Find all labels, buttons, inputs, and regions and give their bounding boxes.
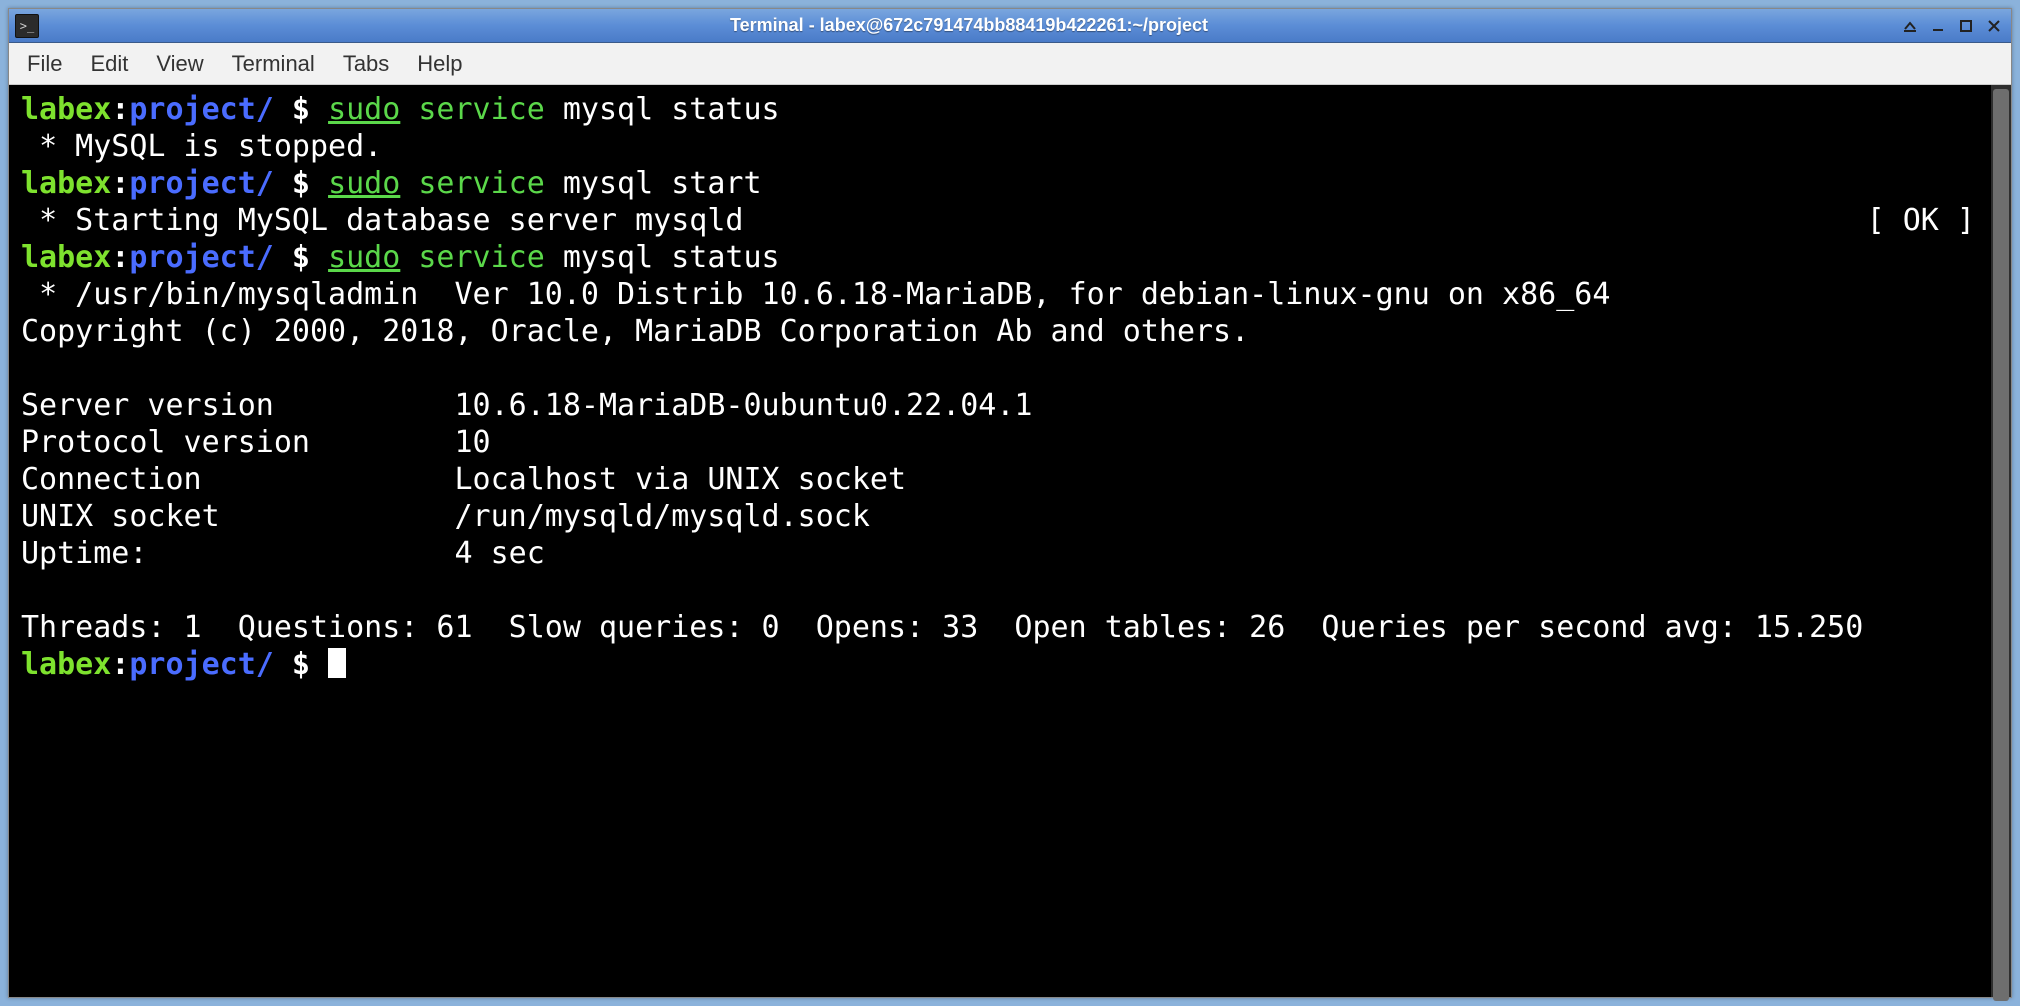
- output-line: UNIX socket /run/mysqld/mysqld.sock: [21, 499, 870, 534]
- terminal-app-icon: >_: [15, 14, 39, 38]
- cmd-sudo: sudo: [328, 92, 400, 127]
- minimize-button[interactable]: [1927, 16, 1949, 36]
- output-line: Server version 10.6.18-MariaDB-0ubuntu0.…: [21, 388, 1032, 423]
- prompt-sep: :: [111, 166, 129, 201]
- shade-button[interactable]: [1899, 16, 1921, 36]
- output-line: Copyright (c) 2000, 2018, Oracle, MariaD…: [21, 314, 1249, 349]
- status-ok: [ OK ]: [1867, 202, 1981, 239]
- window-title: Terminal - labex@672c791474bb88419b42226…: [39, 15, 1899, 36]
- prompt-user: labex: [21, 92, 111, 127]
- output-line: Connection Localhost via UNIX socket: [21, 462, 906, 497]
- scrollbar[interactable]: [1991, 85, 2011, 997]
- menu-help[interactable]: Help: [417, 51, 462, 77]
- menu-tabs[interactable]: Tabs: [343, 51, 389, 77]
- output-line: * MySQL is stopped.: [21, 129, 382, 164]
- output-line: Uptime: 4 sec: [21, 536, 545, 571]
- titlebar[interactable]: >_ Terminal - labex@672c791474bb88419b42…: [9, 9, 2011, 43]
- prompt-sep: :: [111, 647, 129, 682]
- prompt-sep: :: [111, 92, 129, 127]
- scrollbar-thumb[interactable]: [1993, 89, 2009, 1001]
- cursor: [328, 648, 346, 678]
- menubar: File Edit View Terminal Tabs Help: [9, 43, 2011, 85]
- prompt-user: labex: [21, 166, 111, 201]
- prompt-path: project/: [129, 92, 274, 127]
- prompt-sigil: $: [274, 92, 328, 127]
- prompt-path: project/: [129, 647, 274, 682]
- cmd-service: service: [418, 166, 544, 201]
- output-line: Threads: 1 Questions: 61 Slow queries: 0…: [21, 610, 1863, 645]
- prompt-path: project/: [129, 240, 274, 275]
- output-line: * /usr/bin/mysqladmin Ver 10.0 Distrib 1…: [21, 277, 1610, 312]
- prompt-user: labex: [21, 240, 111, 275]
- prompt-user: labex: [21, 647, 111, 682]
- cmd-sudo: sudo: [328, 240, 400, 275]
- prompt-sigil: $: [274, 240, 328, 275]
- terminal-window: >_ Terminal - labex@672c791474bb88419b42…: [8, 8, 2012, 998]
- menu-terminal[interactable]: Terminal: [232, 51, 315, 77]
- terminal-area: labex:project/ $ sudo service mysql stat…: [9, 85, 2011, 997]
- menu-view[interactable]: View: [156, 51, 203, 77]
- menu-edit[interactable]: Edit: [90, 51, 128, 77]
- cmd-args: mysql status: [545, 240, 780, 275]
- cmd-service: service: [418, 92, 544, 127]
- output-line: * Starting MySQL database server mysqld: [21, 202, 743, 239]
- terminal-output[interactable]: labex:project/ $ sudo service mysql stat…: [9, 85, 1991, 997]
- prompt-sigil: $: [274, 166, 328, 201]
- prompt-sep: :: [111, 240, 129, 275]
- output-line: Protocol version 10: [21, 425, 491, 460]
- cmd-args: mysql status: [545, 92, 780, 127]
- menu-file[interactable]: File: [27, 51, 62, 77]
- cmd-service: service: [418, 240, 544, 275]
- cmd-sudo: sudo: [328, 166, 400, 201]
- prompt-path: project/: [129, 166, 274, 201]
- prompt-sigil: $: [274, 647, 328, 682]
- maximize-button[interactable]: [1955, 16, 1977, 36]
- cmd-args: mysql start: [545, 166, 762, 201]
- window-controls: [1899, 16, 2005, 36]
- close-button[interactable]: [1983, 16, 2005, 36]
